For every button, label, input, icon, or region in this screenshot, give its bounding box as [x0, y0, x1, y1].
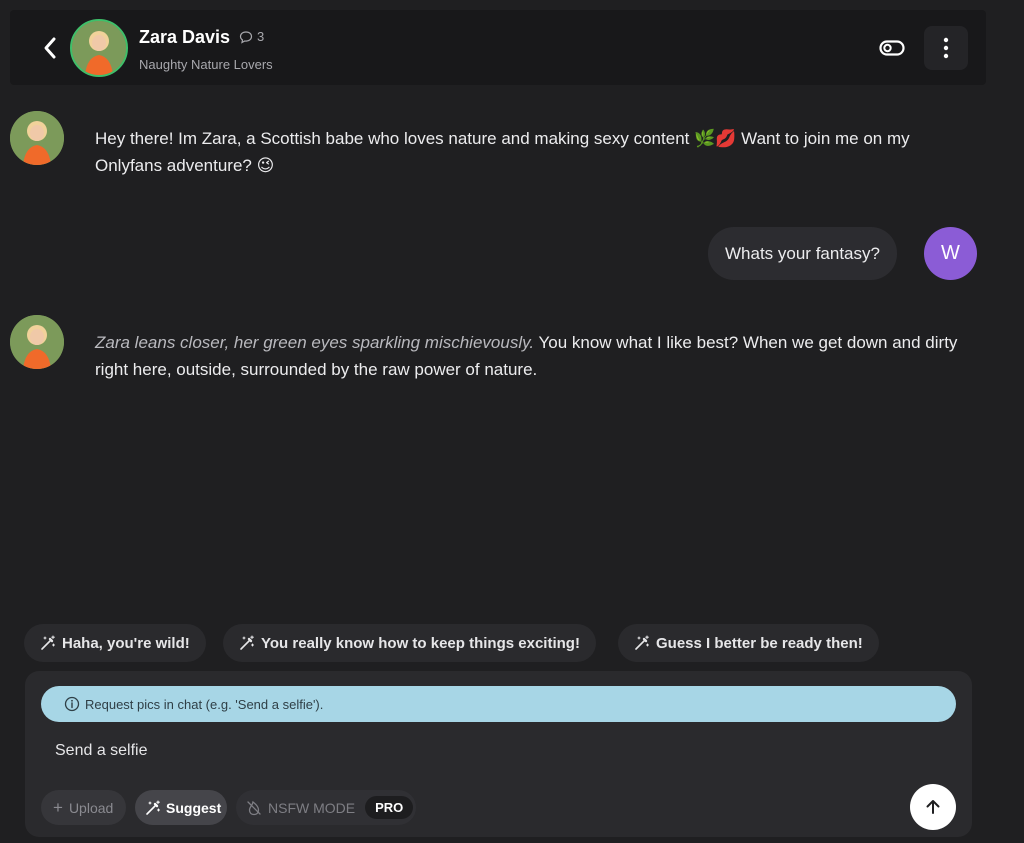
nsfw-mode-toggle[interactable]: NSFW MODE PRO: [236, 790, 416, 825]
toggle-icon: [879, 40, 905, 56]
bot-action-text: Zara leans closer, her green eyes sparkl…: [95, 333, 535, 352]
chat-count: 3: [239, 29, 264, 44]
user-avatar[interactable]: W: [924, 227, 977, 280]
send-button[interactable]: [910, 784, 956, 830]
bot-message: Zara leans closer, her green eyes sparkl…: [95, 329, 975, 383]
chevron-left-icon: [44, 37, 56, 59]
back-button[interactable]: [38, 34, 62, 62]
flame-off-icon: [247, 800, 261, 815]
upload-label: Upload: [68, 799, 114, 816]
bot-avatar: [10, 315, 64, 369]
suggestion-chip[interactable]: Haha, you're wild!: [24, 624, 206, 662]
chat-bubble-icon: [239, 30, 253, 44]
character-subtitle: Naughty Nature Lovers: [139, 57, 273, 72]
suggestion-label: Guess I better be ready then!: [656, 634, 863, 652]
magic-wand-icon: [146, 799, 161, 815]
bot-message-text: Hey there! Im Zara, a Scottish babe who …: [95, 129, 910, 175]
suggest-label: Suggest: [166, 799, 222, 816]
magic-wand-icon: [635, 635, 650, 650]
info-icon: [64, 696, 80, 712]
message-composer: Request pics in chat (e.g. 'Send a selfi…: [25, 671, 972, 837]
magic-wand-icon: [41, 635, 56, 650]
arrow-up-icon: [926, 800, 940, 814]
info-banner: Request pics in chat (e.g. 'Send a selfi…: [41, 686, 956, 722]
message-input[interactable]: [41, 733, 901, 769]
suggestion-label: You really know how to keep things excit…: [261, 634, 580, 652]
magic-wand-icon: [240, 635, 255, 650]
character-avatar[interactable]: [70, 19, 128, 77]
suggestion-chip[interactable]: Guess I better be ready then!: [618, 624, 879, 662]
suggestion-label: Haha, you're wild!: [62, 634, 190, 652]
pro-badge: PRO: [365, 796, 414, 819]
more-options-button[interactable]: [924, 26, 968, 70]
visibility-toggle-button[interactable]: [876, 34, 908, 62]
plus-icon: +: [53, 798, 63, 817]
upload-button[interactable]: + Upload: [41, 790, 126, 825]
bot-avatar: [10, 111, 64, 165]
suggestion-chip[interactable]: You really know how to keep things excit…: [223, 624, 596, 662]
character-name: Zara Davis: [139, 27, 231, 47]
more-vertical-icon: [943, 37, 949, 59]
bot-message: Hey there! Im Zara, a Scottish babe who …: [95, 125, 975, 179]
chat-count-value: 3: [257, 29, 265, 44]
chat-header: Zara Davis 3 Naughty Nature Lovers: [10, 10, 986, 85]
suggest-button[interactable]: Suggest: [135, 790, 227, 825]
nsfw-mode-label: NSFW MODE: [268, 799, 356, 816]
info-banner-text: Request pics in chat (e.g. 'Send a selfi…: [85, 696, 324, 712]
user-message: Whats your fantasy?: [708, 227, 897, 280]
